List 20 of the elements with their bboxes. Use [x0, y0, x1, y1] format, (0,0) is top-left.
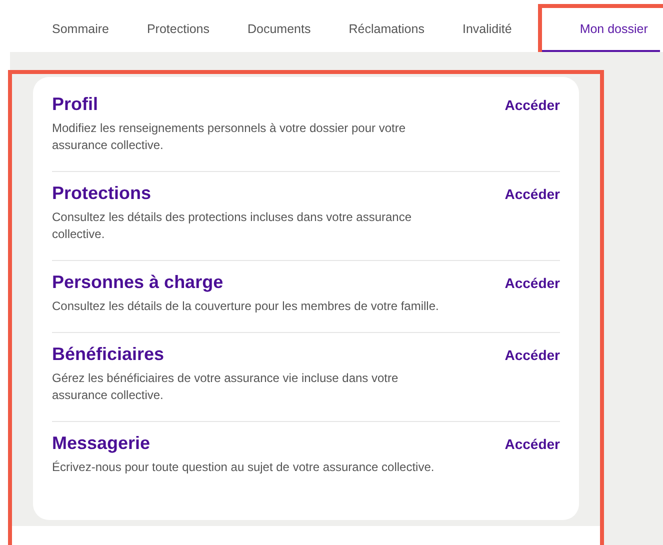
- access-link[interactable]: Accéder: [504, 95, 560, 116]
- section-title: Personnes à charge: [52, 271, 224, 294]
- access-link[interactable]: Accéder: [504, 184, 560, 205]
- section-description: Écrivez-nous pour toute question au sujet de votre assurance collective.: [52, 459, 436, 476]
- access-link[interactable]: Accéder: [504, 273, 560, 294]
- section-title: Protections: [52, 182, 152, 205]
- section-title: Bénéficiaires: [52, 343, 166, 366]
- section-title: Profil: [52, 93, 100, 116]
- nav-tab[interactable]: Invalidité: [450, 8, 524, 52]
- section-description: Modifiez les renseignements personnels à votre dossier pour votre assurance collective.: [52, 120, 407, 154]
- section-description: Consultez les détails de la couverture pour les membres de votre famille.: [52, 298, 440, 315]
- section-description: Gérez les bénéficiaires de votre assurance vie incluse dans votre assurance collective.: [52, 370, 400, 404]
- access-link[interactable]: Accéder: [504, 434, 560, 455]
- nav-tab[interactable]: Protections: [134, 8, 222, 52]
- section-description: Consultez les détails des protections incluses dans votre assurance collective.: [52, 209, 413, 243]
- section-title: Messagerie: [52, 432, 152, 455]
- nav-tab[interactable]: Sommaire: [40, 8, 121, 52]
- nav-tab[interactable]: Documents: [236, 8, 323, 52]
- nav-tab[interactable]: Réclamations: [336, 8, 436, 52]
- access-link[interactable]: Accéder: [504, 345, 560, 366]
